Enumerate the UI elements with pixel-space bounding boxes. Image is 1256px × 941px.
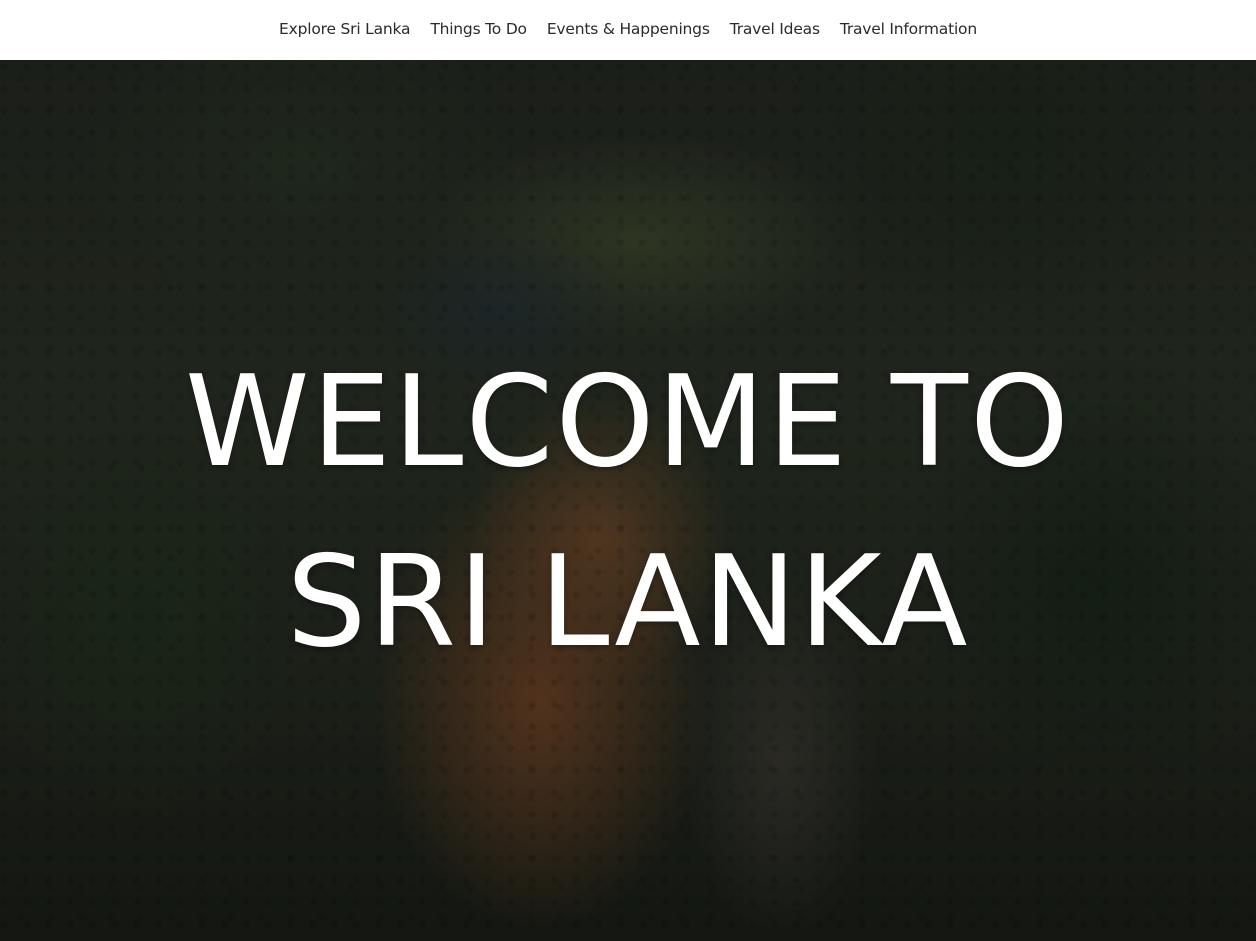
hero-title-line-1: WELCOME TO [184, 348, 1072, 495]
hero-title-line-2: SRI LANKA [286, 528, 970, 675]
nav-explore-sri-lanka[interactable]: Explore Sri Lanka [279, 20, 410, 38]
nav-events-happenings[interactable]: Events & Happenings [547, 20, 710, 38]
nav-things-to-do[interactable]: Things To Do [430, 20, 527, 38]
top-navigation: Explore Sri Lanka Things To Do Events & … [0, 0, 1256, 60]
hero-title: WELCOME TO SRI LANKA [0, 332, 1256, 692]
hero-banner: WELCOME TO SRI LANKA [0, 60, 1256, 941]
nav-travel-information[interactable]: Travel Information [840, 20, 977, 38]
nav-travel-ideas[interactable]: Travel Ideas [730, 20, 820, 38]
